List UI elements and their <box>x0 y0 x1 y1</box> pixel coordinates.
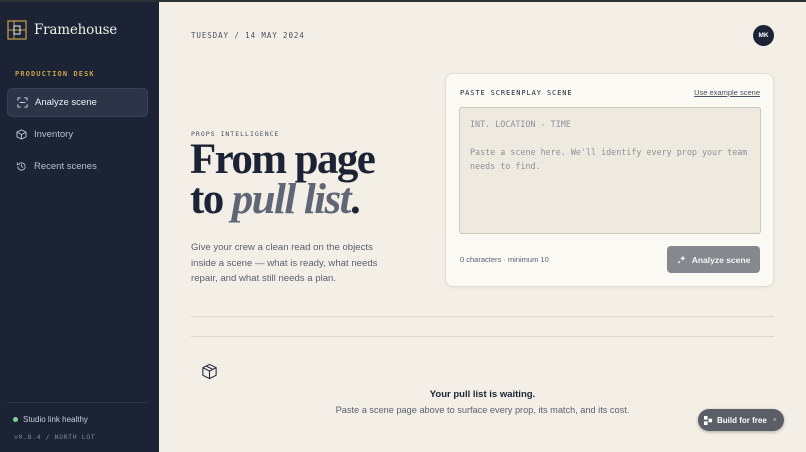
page-title: From page to pull list. <box>190 138 376 223</box>
connection-status: Studio link healthy <box>13 415 88 424</box>
sidebar-item-analyze-scene[interactable]: Analyze scene <box>7 88 148 117</box>
framehouse-logo-icon <box>7 20 27 40</box>
divider <box>191 336 774 337</box>
status-text: Studio link healthy <box>23 415 88 424</box>
version-label: v0.8.4 / NORTH LOT <box>14 433 96 441</box>
avatar[interactable]: MK <box>753 25 774 46</box>
date-label: TUESDAY / 14 MAY 2024 <box>191 31 305 40</box>
sparkle-icon <box>677 254 686 264</box>
scene-textarea[interactable] <box>459 107 761 234</box>
brand[interactable]: Framehouse <box>7 20 117 40</box>
card-title: PASTE SCREENPLAY SCENE <box>460 89 573 97</box>
scene-input-card: PASTE SCREENPLAY SCENE Use example scene… <box>445 73 774 287</box>
hero-description: Give your crew a clean read on the objec… <box>191 242 378 284</box>
sidebar-item-label: Analyze scene <box>35 97 97 108</box>
build-for-free-button[interactable]: Build for free × <box>698 409 784 431</box>
character-count: 0 characters · minimum 10 <box>460 255 549 264</box>
headline-period: . <box>350 176 361 223</box>
headline-to: to <box>190 176 224 223</box>
build-pill-label: Build for free <box>717 415 767 425</box>
sidebar-item-label: Recent scenes <box>34 161 97 172</box>
sidebar-item-label: Inventory <box>34 129 74 140</box>
close-icon[interactable]: × <box>773 417 777 424</box>
headline-italic: pull list <box>231 176 352 223</box>
use-example-link[interactable]: Use example scene <box>694 88 760 97</box>
sidebar-item-inventory[interactable]: Inventory <box>7 120 148 149</box>
divider <box>191 316 774 317</box>
package-icon <box>202 363 217 380</box>
box-icon <box>16 129 27 140</box>
status-dot-icon <box>13 417 18 422</box>
sidebar: Framehouse PRODUCTION DESK Analyze scene… <box>0 2 159 452</box>
analyze-button-label: Analyze scene <box>691 254 751 265</box>
app-name: Framehouse <box>34 22 118 38</box>
empty-state-title: Your pull list is waiting. <box>429 389 536 400</box>
section-label: PRODUCTION DESK <box>15 70 95 78</box>
sidebar-divider <box>7 402 148 403</box>
history-icon <box>16 162 26 171</box>
scan-icon <box>17 97 28 108</box>
sidebar-item-recent-scenes[interactable]: Recent scenes <box>7 152 148 181</box>
build-logo-icon <box>704 415 713 425</box>
empty-state-subtitle: Paste a scene page above to surface ever… <box>335 405 630 415</box>
analyze-scene-button[interactable]: Analyze scene <box>667 246 760 273</box>
